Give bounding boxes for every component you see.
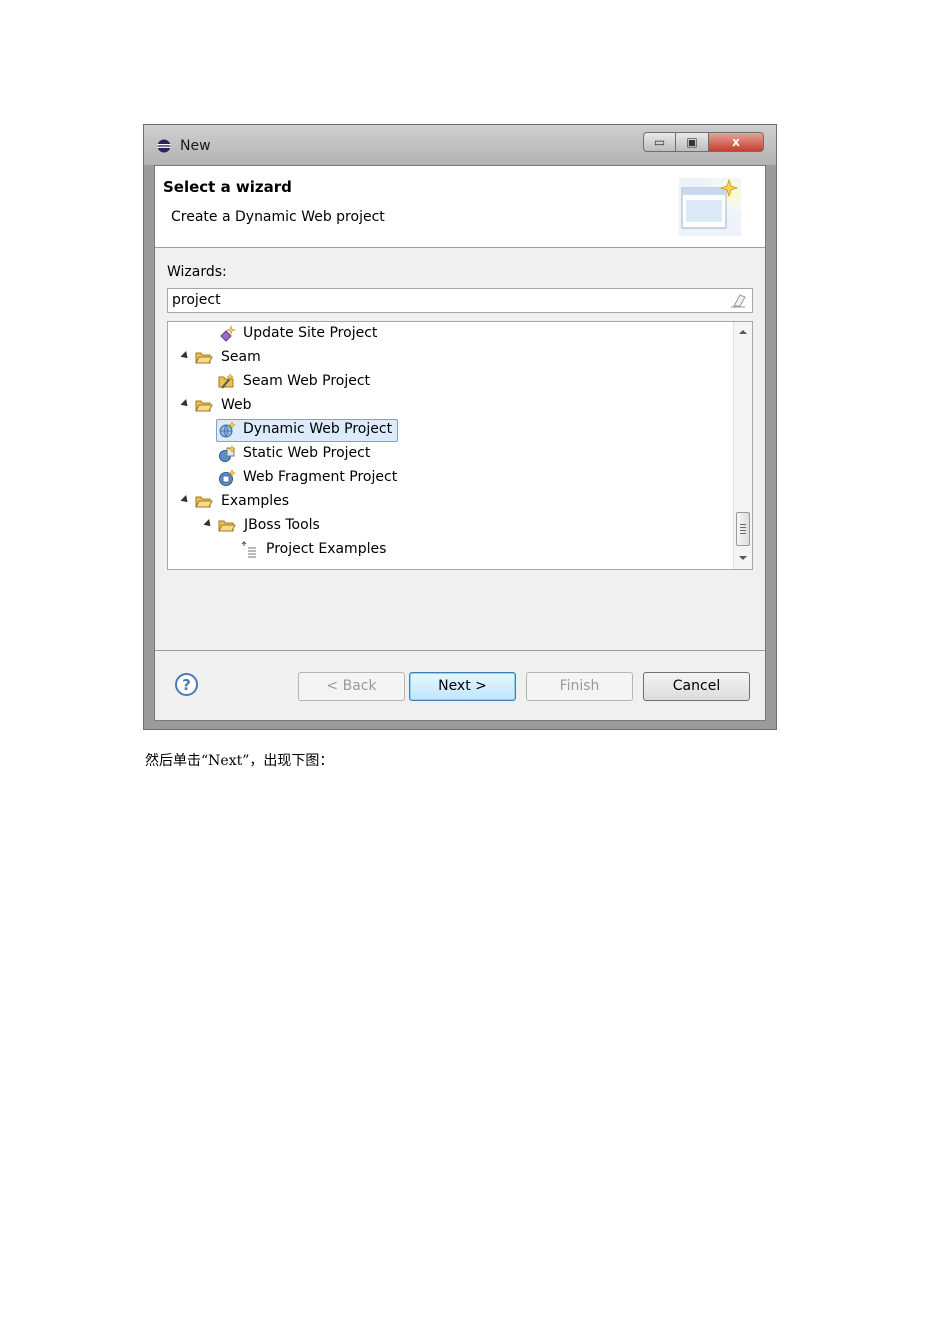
wizard-tree[interactable]: Update Site Project Seam Seam Web Projec (167, 321, 753, 570)
tree-item-label: JBoss Tools (244, 517, 320, 533)
folder-open-icon (195, 400, 213, 412)
help-icon: ? (182, 676, 191, 694)
folder-open-icon (218, 520, 236, 532)
maximize-button[interactable]: ▣ (676, 132, 709, 152)
minimize-icon: ▭ (653, 135, 666, 149)
scroll-up-icon[interactable] (738, 328, 748, 336)
banner-description: Create a Dynamic Web project (171, 209, 385, 225)
tree-item-label: Web (221, 397, 252, 413)
tree-item-label: Seam (221, 349, 261, 365)
scroll-down-icon[interactable] (738, 554, 748, 562)
expanded-arrow-icon[interactable] (203, 519, 214, 529)
window-title: New (180, 138, 211, 154)
tree-item-label: Static Web Project (243, 445, 371, 461)
cancel-button[interactable]: Cancel (643, 672, 750, 701)
folder-open-icon (195, 352, 213, 364)
title-bar[interactable]: New ▭ ▣ x (144, 125, 776, 165)
seam-project-icon (218, 373, 234, 389)
close-button[interactable]: x (709, 132, 764, 152)
update-site-icon (220, 325, 236, 342)
new-wizard-dialog: New ▭ ▣ x Select a wizard Create a Dynam… (143, 124, 777, 730)
eclipse-icon (157, 139, 171, 153)
close-icon: x (732, 135, 740, 149)
wizards-label: Wizards: (167, 264, 227, 280)
tree-item-label: Seam Web Project (243, 373, 371, 389)
tree-item-label: Dynamic Web Project (243, 421, 393, 437)
web-project-icon (219, 421, 236, 438)
wizard-banner: Select a wizard Create a Dynamic Web pro… (155, 166, 765, 248)
button-bar-separator (155, 650, 765, 651)
web-fragment-icon (219, 469, 236, 486)
clear-filter-icon[interactable] (730, 293, 746, 308)
dialog-client: Select a wizard Create a Dynamic Web pro… (154, 165, 766, 721)
tree-item-label: Web Fragment Project (243, 469, 398, 485)
expanded-arrow-icon[interactable] (180, 399, 191, 409)
banner-title: Select a wizard (163, 178, 292, 196)
project-examples-icon (241, 541, 256, 558)
maximize-icon: ▣ (686, 135, 698, 149)
finish-button[interactable]: Finish (526, 672, 633, 701)
tree-item-label: Examples (221, 493, 290, 509)
expanded-arrow-icon[interactable] (180, 495, 191, 505)
static-web-icon (219, 445, 236, 462)
tree-vertical-scrollbar[interactable] (733, 322, 752, 569)
scroll-thumb[interactable] (736, 512, 750, 546)
expanded-arrow-icon[interactable] (180, 351, 191, 361)
document-caption: 然后单击“Next”，出现下图： (145, 753, 334, 769)
new-wizard-window-icon (679, 178, 741, 236)
tree-item-label: Project Examples (266, 541, 387, 557)
wizard-filter-input[interactable]: project (167, 288, 753, 313)
next-button[interactable]: Next > (409, 672, 516, 701)
filter-value: project (172, 292, 221, 308)
folder-open-icon (195, 496, 213, 508)
back-button[interactable]: < Back (298, 672, 405, 701)
minimize-button[interactable]: ▭ (643, 132, 676, 152)
help-button[interactable]: ? (175, 673, 198, 696)
tree-item-label: Update Site Project (243, 325, 378, 341)
